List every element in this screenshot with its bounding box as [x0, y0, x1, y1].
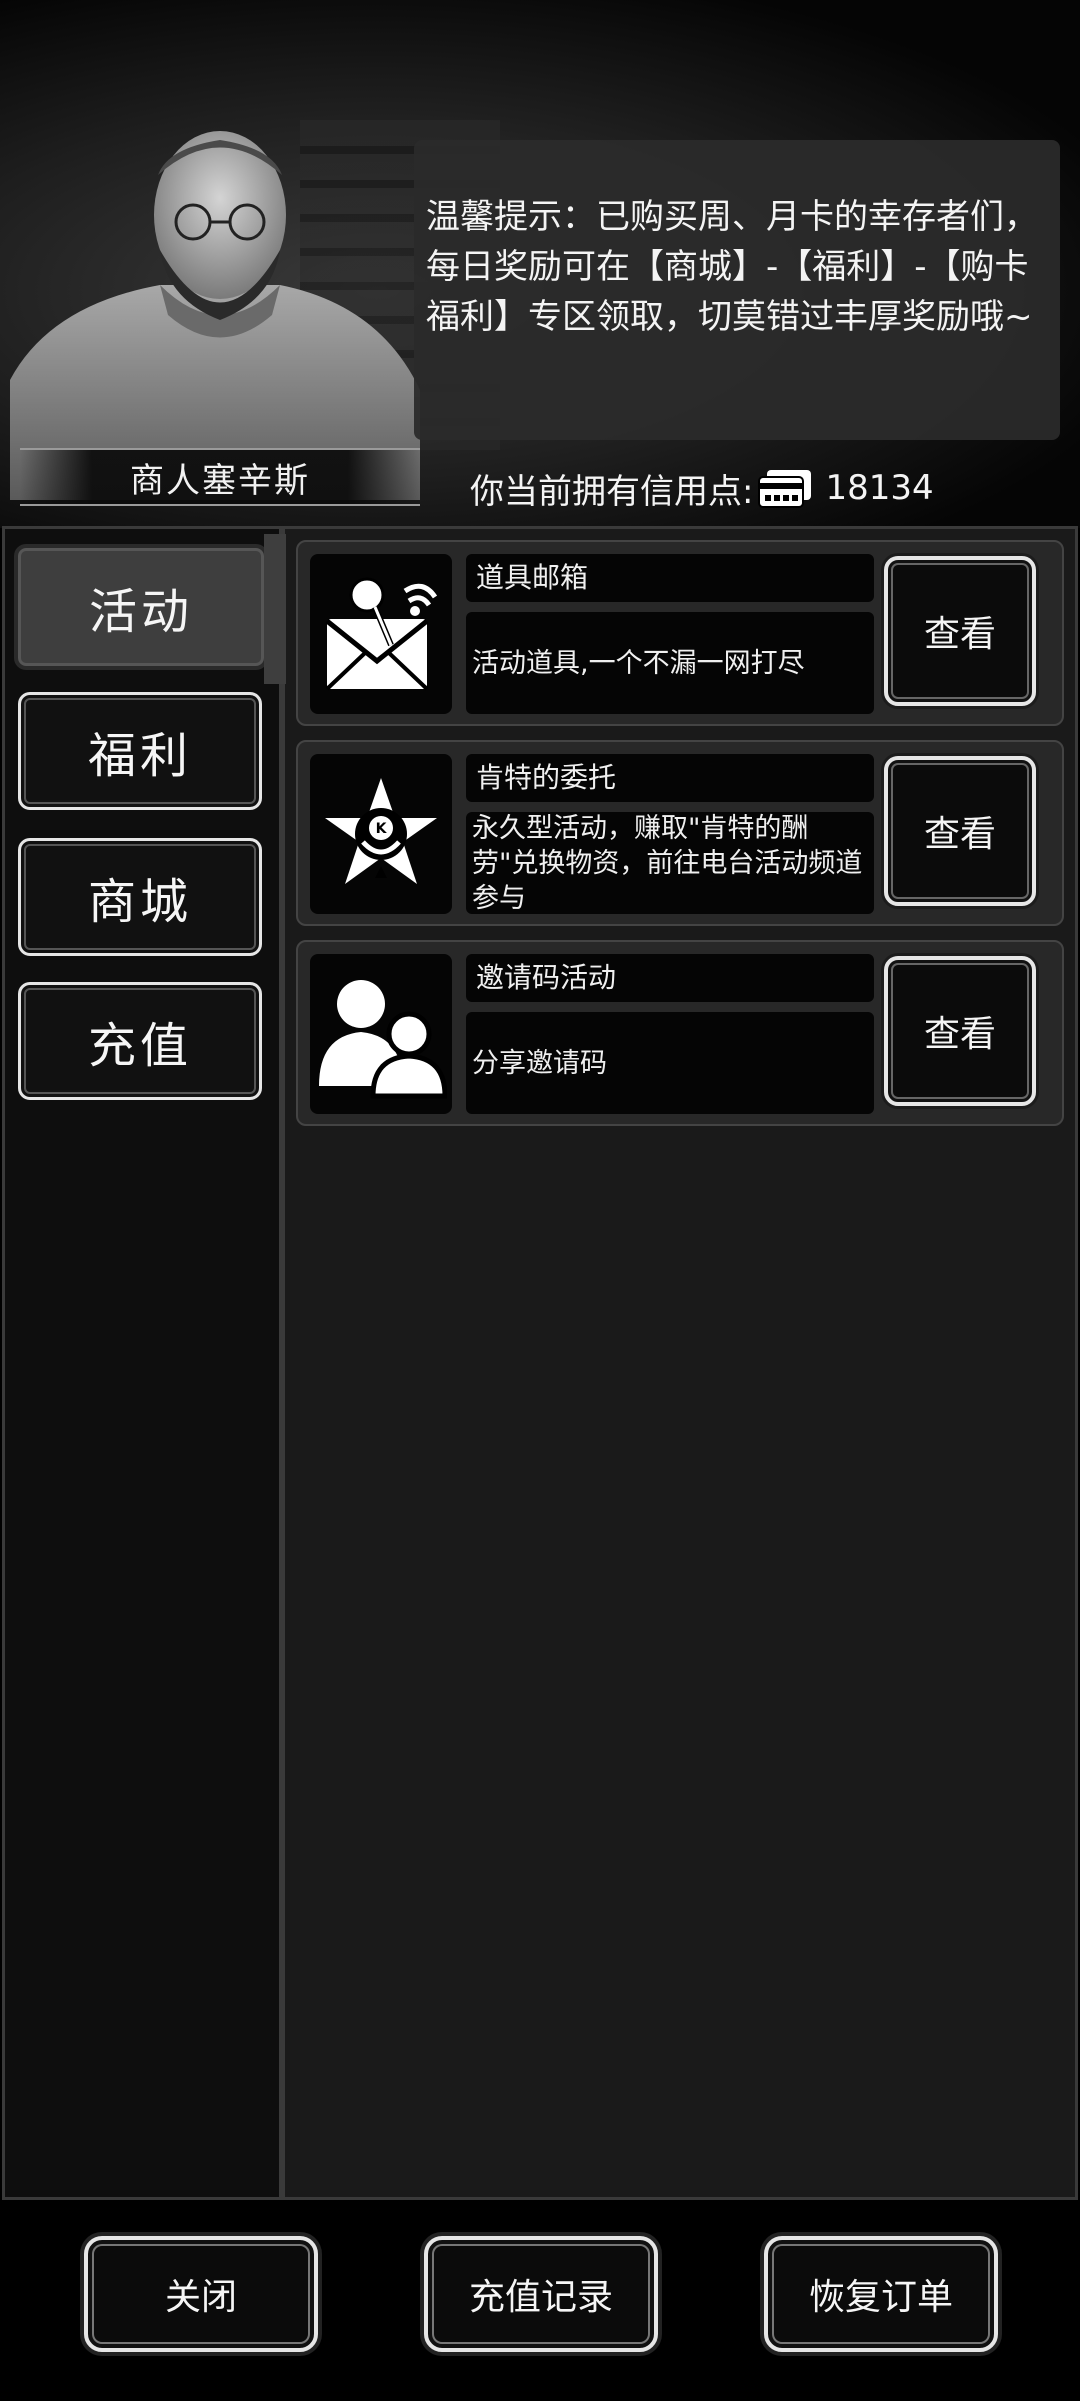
users-icon: [319, 980, 447, 1099]
activity-card-mailbox: 道具邮箱 活动道具,一个不漏一网打尽 查看: [296, 540, 1064, 726]
tab-shop[interactable]: 商城: [18, 838, 262, 956]
view-button[interactable]: 查看: [884, 756, 1036, 906]
activity-title: 邀请码活动: [466, 954, 874, 1002]
activity-card-invite: 邀请码活动 分享邀请码 查看: [296, 940, 1064, 1126]
recharge-history-button[interactable]: 充值记录: [424, 2236, 658, 2352]
activity-description: 分享邀请码: [466, 1012, 874, 1114]
kent-badge-icon: K: [325, 778, 437, 884]
tip-box: 温馨提示：已购买周、月卡的幸存者们，每日奖励可在【商城】-【福利】-【购卡福利】…: [414, 140, 1060, 440]
credits-label: 你当前拥有信用点:: [470, 471, 754, 512]
activity-title: 道具邮箱: [466, 554, 874, 602]
activity-card-kent: K 肯特的委托 永久型活动，赚取"肯特的酬劳"兑换物资，前往电台活动频道参与 查…: [296, 740, 1064, 926]
merchant-name: 商人塞辛斯: [20, 448, 420, 506]
mail-pin-icon: [325, 577, 438, 691]
credits-value: 18134: [825, 468, 934, 508]
activity-icon-frame: [310, 554, 452, 714]
close-button[interactable]: 关闭: [84, 2236, 318, 2352]
view-button[interactable]: 查看: [884, 556, 1036, 706]
activity-description: 活动道具,一个不漏一网打尽: [466, 612, 874, 714]
tab-activities[interactable]: 活动: [14, 534, 286, 684]
credit-card-icon: [758, 470, 812, 508]
svg-text:K: K: [376, 821, 388, 837]
credits-display: 你当前拥有信用点: 18134: [470, 460, 934, 516]
activity-icon-frame: K: [310, 754, 452, 914]
tab-welfare[interactable]: 福利: [18, 692, 262, 810]
activity-title: 肯特的委托: [466, 754, 874, 802]
restore-orders-button[interactable]: 恢复订单: [764, 2236, 998, 2352]
activity-description: 永久型活动，赚取"肯特的酬劳"兑换物资，前往电台活动频道参与: [466, 812, 874, 914]
merchant-portrait: [10, 131, 420, 500]
view-button[interactable]: 查看: [884, 956, 1036, 1106]
merchant-header: 商人塞辛斯 温馨提示：已购买周、月卡的幸存者们，每日奖励可在【商城】-【福利】-…: [0, 0, 1080, 528]
shop-screen: 商人塞辛斯 温馨提示：已购买周、月卡的幸存者们，每日奖励可在【商城】-【福利】-…: [0, 0, 1080, 2401]
tab-recharge[interactable]: 充值: [18, 982, 262, 1100]
tip-text: 温馨提示：已购买周、月卡的幸存者们，每日奖励可在【商城】-【福利】-【购卡福利】…: [426, 197, 1038, 337]
activity-icon-frame: [310, 954, 452, 1114]
